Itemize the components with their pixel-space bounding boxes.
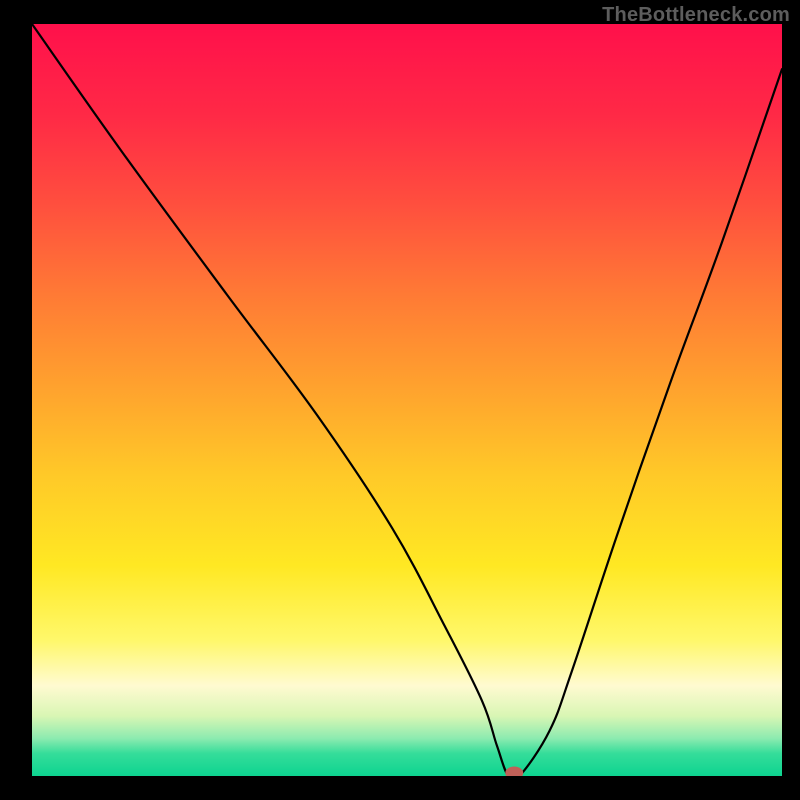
chart-frame: TheBottleneck.com (0, 0, 800, 800)
bottleneck-chart (32, 24, 782, 776)
watermark-text: TheBottleneck.com (602, 4, 790, 27)
gradient-rect (32, 24, 782, 776)
plot-area (32, 24, 782, 776)
